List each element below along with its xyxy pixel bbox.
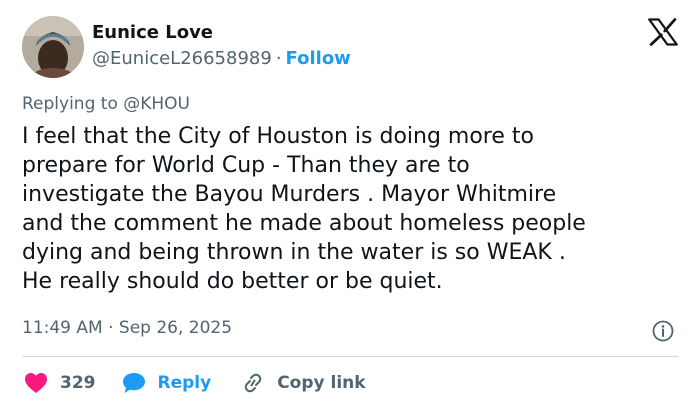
info-icon[interactable]: [652, 320, 674, 342]
author-name[interactable]: Eunice Love: [92, 22, 213, 43]
copy-link-label: Copy link: [277, 373, 366, 393]
replying-to: Replying to @KHOU: [22, 94, 190, 114]
link-icon: [244, 373, 262, 393]
avatar[interactable]: [22, 16, 84, 78]
x-logo-icon[interactable]: [648, 18, 678, 46]
reply-label: Reply: [157, 373, 212, 393]
heart-icon: [25, 373, 47, 393]
author-handle[interactable]: @EuniceL26658989: [92, 48, 272, 69]
copy-link-button[interactable]: Copy link: [241, 372, 366, 394]
action-bar: 329 Reply Copy link: [24, 370, 366, 396]
tweet-text: I feel that the City of Houston is doing…: [22, 124, 586, 294]
follow-button[interactable]: Follow: [286, 48, 351, 69]
tweet-timestamp[interactable]: 11:49 AM · Sep 26, 2025: [22, 318, 232, 338]
author-handle-row: @EuniceL26658989 · Follow: [92, 48, 351, 69]
reply-button[interactable]: Reply: [122, 372, 212, 394]
like-button[interactable]: 329: [24, 372, 96, 394]
separator-dot: ·: [275, 48, 282, 69]
speech-bubble-icon: [122, 373, 145, 393]
divider: [22, 356, 678, 357]
likes-count: 329: [60, 373, 96, 393]
